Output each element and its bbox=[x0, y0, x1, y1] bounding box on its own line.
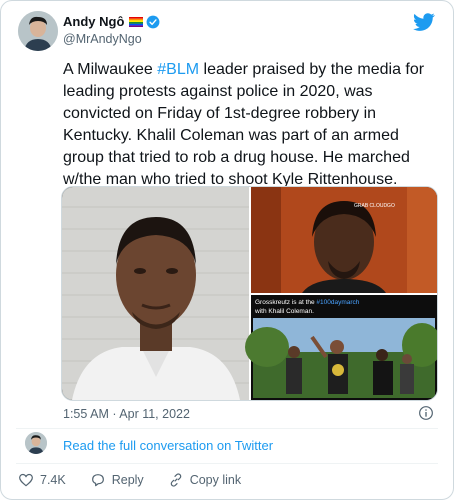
copy-link-button[interactable]: Copy link bbox=[168, 472, 241, 488]
read-conversation-link[interactable]: Read the full conversation on Twitter bbox=[63, 438, 273, 453]
caption-hashtag: #100daymarch bbox=[316, 299, 359, 306]
person-avatar-icon bbox=[25, 432, 47, 454]
copy-link-label: Copy link bbox=[189, 473, 242, 487]
reply-button[interactable]: Reply bbox=[90, 472, 144, 488]
tweet-media-grid[interactable]: GRAB CLOUDGO Grosskreutz is at the #100d… bbox=[61, 186, 438, 401]
media-caption-line1: Grosskreutz is at the #100daymarch bbox=[255, 299, 360, 306]
verified-badge-icon bbox=[146, 15, 160, 28]
divider bbox=[16, 428, 438, 429]
info-icon[interactable] bbox=[418, 405, 434, 421]
caption-suffix: with Khalil Coleman. bbox=[254, 308, 314, 315]
twitter-bird-icon[interactable] bbox=[413, 11, 435, 33]
heart-icon bbox=[19, 473, 33, 487]
reply-label: Reply bbox=[111, 473, 144, 487]
conversation-avatar[interactable] bbox=[25, 432, 47, 454]
tweet-text: A Milwaukee #BLM leader praised by the m… bbox=[63, 59, 443, 191]
link-icon bbox=[170, 473, 181, 487]
media-images: GRAB CLOUDGO Grosskreutz is at the #100d… bbox=[62, 187, 437, 400]
rainbow-flag-icon bbox=[129, 16, 144, 27]
author-name-row[interactable]: Andy Ngô bbox=[63, 14, 160, 29]
march-photo[interactable]: Grosskreutz is at the #100daymarch with … bbox=[245, 295, 437, 400]
mugshot-photo[interactable] bbox=[62, 187, 249, 400]
person-avatar-icon bbox=[18, 11, 58, 51]
video-frame-photo[interactable]: GRAB CLOUDGO bbox=[251, 187, 437, 293]
author-avatar[interactable] bbox=[18, 11, 58, 51]
hashtag-blm[interactable]: #BLM bbox=[157, 61, 199, 78]
tweet-timestamp[interactable]: 1:55 AM · Apr 11, 2022 bbox=[63, 407, 190, 421]
like-count: 7.4K bbox=[40, 473, 66, 487]
author-handle[interactable]: @MrAndyNgo bbox=[63, 32, 142, 46]
tweet-text-part: leader praised by the media for leading … bbox=[63, 61, 425, 188]
tweet-card: Andy Ngô @MrAndyNgo A Milwaukee #BLM lea… bbox=[0, 0, 454, 500]
author-name[interactable]: Andy Ngô bbox=[63, 14, 124, 29]
divider bbox=[16, 463, 438, 464]
like-button[interactable]: 7.4K bbox=[18, 472, 66, 488]
tweet-text-part: A Milwaukee bbox=[63, 61, 158, 78]
caption-prefix: Grosskreutz is at the bbox=[255, 299, 316, 306]
reply-icon bbox=[91, 474, 104, 487]
tweet-actions: 7.4K Reply Copy link bbox=[18, 472, 265, 488]
video-watermark: GRAB CLOUDGO bbox=[354, 203, 395, 209]
